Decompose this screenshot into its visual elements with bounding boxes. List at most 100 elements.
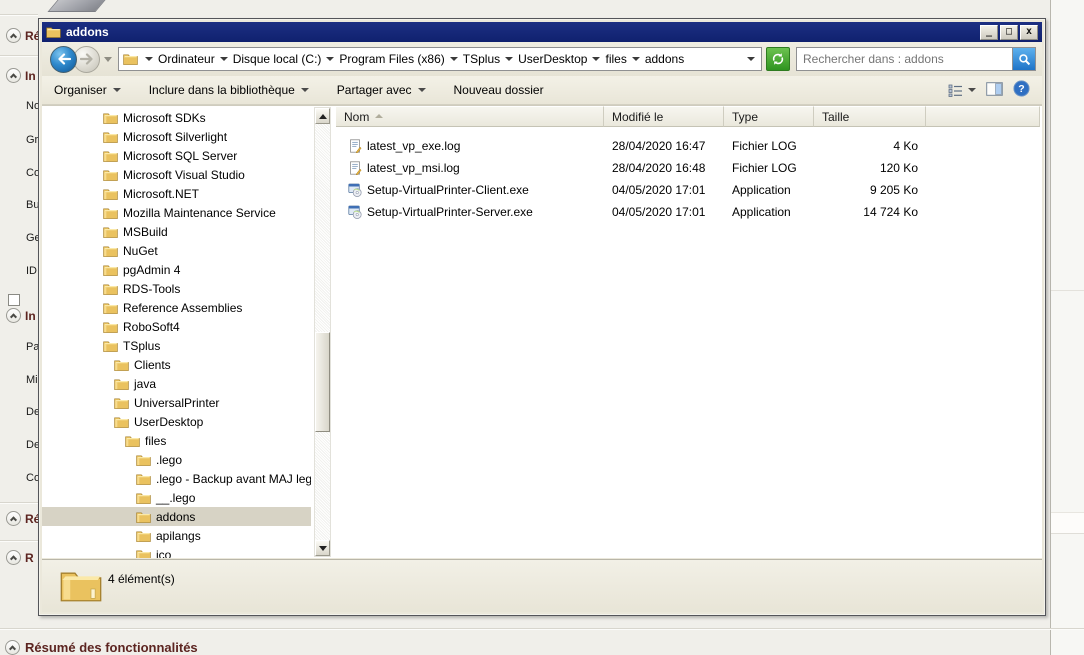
chevron-down-icon[interactable] [220,57,228,61]
folder-icon [103,188,118,200]
breadcrumb-item[interactable]: Ordinateur [140,52,215,66]
tree-item[interactable]: Mozilla Maintenance Service [42,203,311,222]
column-header-blank[interactable] [926,106,1040,127]
breadcrumb-item[interactable]: Program Files (x86) [321,52,444,66]
bg-features-summary-header[interactable]: Résumé des fonctionnalités [5,640,198,655]
scroll-down-button[interactable] [315,540,330,556]
breadcrumb-item-label: addons [645,52,684,66]
bg-section-header-label: In [25,69,36,83]
breadcrumb-item[interactable]: addons [627,52,684,66]
command-label: Organiser [54,83,107,97]
column-header-name[interactable]: Nom [336,106,604,127]
address-dropdown-icon[interactable] [747,57,755,61]
chevron-down-icon[interactable] [505,57,513,61]
file-type: Application [724,205,814,219]
tree-item-label: Microsoft.NET [123,187,199,201]
file-row[interactable]: latest_vp_msi.log 28/04/2020 16:48 Fichi… [336,157,1040,179]
tree-item[interactable]: Reference Assemblies [42,298,311,317]
tree-item[interactable]: UserDesktop [42,412,311,431]
command-bar-button[interactable]: Nouveau dossier [454,83,544,97]
column-header-size[interactable]: Taille [814,106,926,127]
bg-section-header-label: In [25,309,36,323]
chevron-down-icon[interactable] [632,57,640,61]
tree-item[interactable]: NuGet [42,241,311,260]
bg-section-header[interactable]: In [6,68,36,83]
file-row[interactable]: Setup-VirtualPrinter-Client.exe 04/05/20… [336,179,1040,201]
command-bar-button[interactable]: Organiser [54,83,121,97]
maximize-button[interactable]: □ [1000,25,1018,40]
preview-pane-button[interactable] [986,82,1003,99]
file-row[interactable]: Setup-VirtualPrinter-Server.exe 04/05/20… [336,201,1040,223]
tree-item[interactable]: RoboSoft4 [42,317,311,336]
title-bar[interactable]: addons _ □ x [42,22,1042,42]
back-button[interactable] [50,46,77,73]
minimize-button[interactable]: _ [980,25,998,40]
tree-item[interactable]: Clients [42,355,311,374]
collapse-chevron-icon[interactable] [5,640,20,655]
search-button[interactable] [1012,48,1035,70]
tree-scrollbar[interactable] [314,107,331,557]
column-header-type[interactable]: Type [724,106,814,127]
scrollbar-thumb[interactable] [315,332,330,432]
help-button[interactable]: ? [1013,80,1030,100]
chevron-down-icon[interactable] [450,57,458,61]
collapse-chevron-icon[interactable] [6,550,21,565]
tree-item[interactable]: Microsoft SQL Server [42,146,311,165]
explorer-window: addons _ □ x [38,18,1046,616]
chevron-down-icon[interactable] [592,57,600,61]
bg-checkbox[interactable] [8,294,20,306]
file-row[interactable]: latest_vp_exe.log 28/04/2020 16:47 Fichi… [336,135,1040,157]
command-bar-button[interactable]: Partager avec [337,83,426,97]
tree-item[interactable]: RDS-Tools [42,279,311,298]
tree-item-label: Reference Assemblies [123,301,242,315]
column-headers: Nom Modifié le Type Taille [336,106,1040,127]
bg-section-header[interactable]: R [6,550,34,565]
collapse-chevron-icon[interactable] [6,68,21,83]
tree-item-label: __.lego [156,491,195,505]
preview-pane-icon [986,82,1003,96]
scroll-up-button[interactable] [315,108,330,124]
tree-item[interactable]: pgAdmin 4 [42,260,311,279]
collapse-chevron-icon[interactable] [6,511,21,526]
column-header-modified[interactable]: Modifié le [604,106,724,127]
tree-item[interactable]: apilangs [42,526,311,545]
breadcrumb-item[interactable]: TSplus [445,52,500,66]
tree-item[interactable]: .lego [42,450,311,469]
tree-item[interactable]: Microsoft SDKs [42,108,311,127]
views-button[interactable] [948,84,976,97]
tree-item[interactable]: addons [42,507,311,526]
address-bar[interactable]: Ordinateur Disque local (C:) Program Fil… [118,47,762,71]
tree-item[interactable]: UniversalPrinter [42,393,311,412]
tree-item[interactable]: java [42,374,311,393]
close-button[interactable]: x [1020,25,1038,40]
history-dropdown-icon[interactable] [104,57,112,62]
bg-field-label: Gr [26,134,38,146]
file-type: Fichier LOG [724,139,814,153]
folder-icon [136,473,151,485]
refresh-button[interactable] [766,47,790,71]
breadcrumb-item[interactable]: UserDesktop [500,52,587,66]
chevron-down-icon[interactable] [145,57,153,61]
bg-section-header[interactable]: In [6,308,36,323]
tree-item[interactable]: Microsoft.NET [42,184,311,203]
collapse-chevron-icon[interactable] [6,308,21,323]
search-input[interactable] [797,49,1012,69]
tree-item[interactable]: MSBuild [42,222,311,241]
command-bar-button[interactable]: Inclure dans la bibliothèque [149,83,309,97]
tree-item[interactable]: ico [42,545,311,558]
tree-item[interactable]: __.lego [42,488,311,507]
collapse-chevron-icon[interactable] [6,28,21,43]
breadcrumb-item[interactable]: Disque local (C:) [215,52,322,66]
bg-left-panel: Rés In NoGrCoBuGeID In PaMiDeDeCo Rés R [0,0,38,655]
tree-item-label: Microsoft Silverlight [123,130,227,144]
tree-item[interactable]: Microsoft Silverlight [42,127,311,146]
refresh-icon [771,52,785,66]
breadcrumb-item[interactable]: files [587,52,626,66]
chevron-down-icon[interactable] [326,57,334,61]
file-name: Setup-VirtualPrinter-Client.exe [367,183,529,197]
tree-item[interactable]: files [42,431,311,450]
forward-button[interactable] [73,46,100,73]
tree-item[interactable]: TSplus [42,336,311,355]
tree-item[interactable]: Microsoft Visual Studio [42,165,311,184]
tree-item[interactable]: .lego - Backup avant MAJ lego ex [42,469,311,488]
